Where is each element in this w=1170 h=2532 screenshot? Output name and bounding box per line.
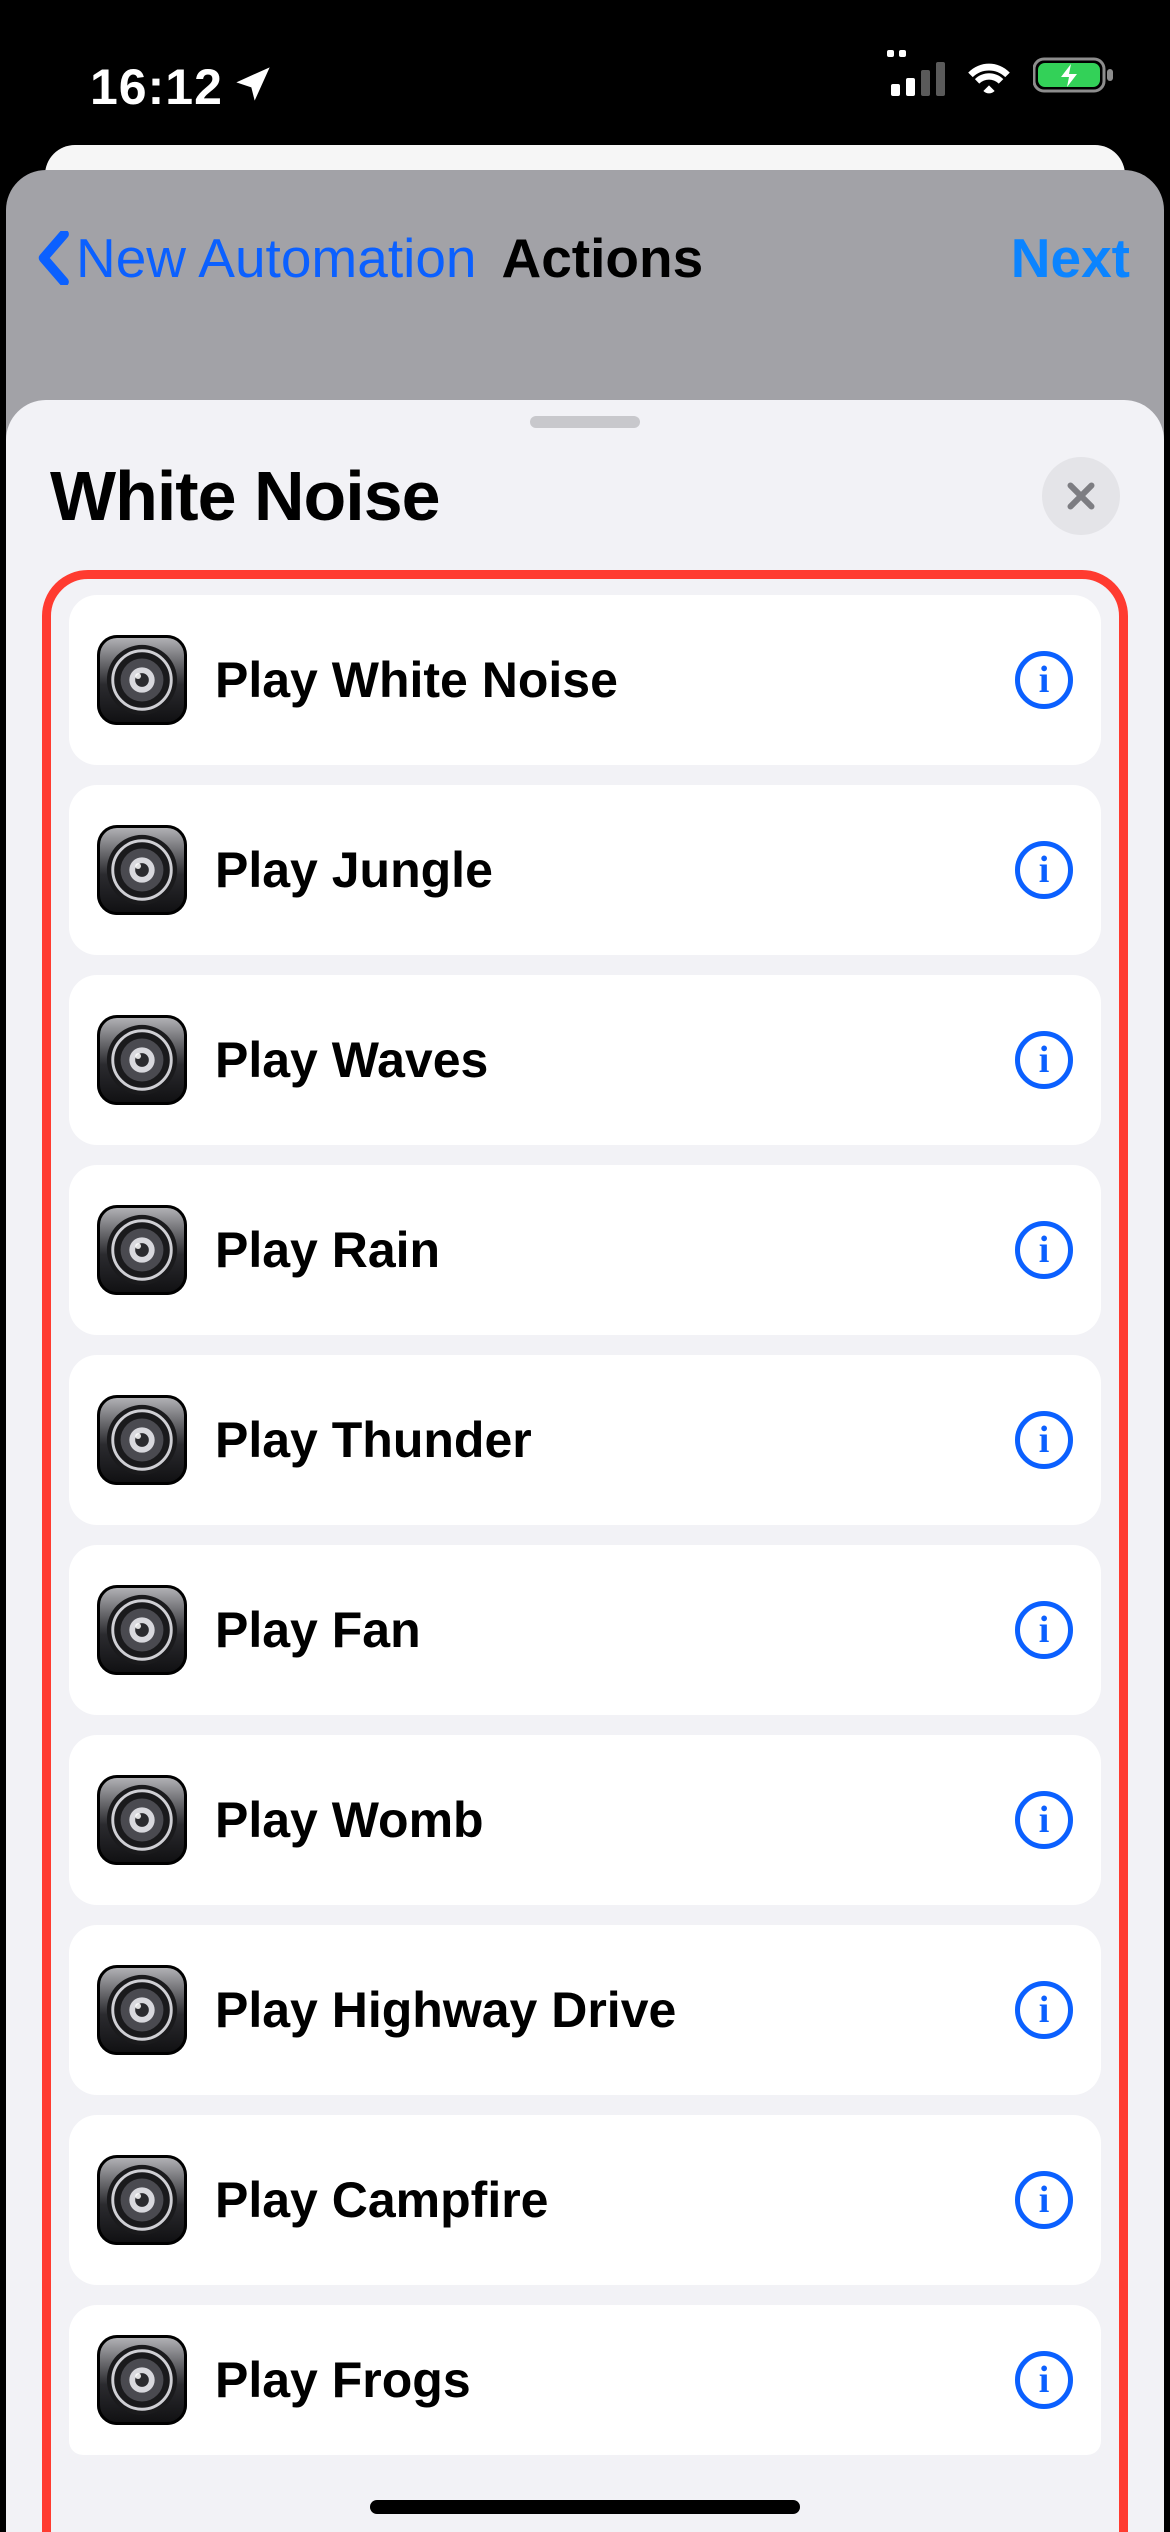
status-right [891, 55, 1115, 100]
speaker-icon [97, 1205, 187, 1295]
status-time-label: 16:12 [90, 58, 223, 116]
action-label: Play White Noise [215, 651, 618, 709]
action-row[interactable]: Play Highway Drive i [69, 1925, 1101, 2095]
speaker-icon [97, 2155, 187, 2245]
info-button[interactable]: i [1015, 841, 1073, 899]
speaker-icon [97, 1775, 187, 1865]
speaker-icon [97, 1965, 187, 2055]
info-button[interactable]: i [1015, 1981, 1073, 2039]
action-row[interactable]: Play White Noise i [69, 595, 1101, 765]
action-label: Play Thunder [215, 1411, 532, 1469]
action-row[interactable]: Play Campfire i [69, 2115, 1101, 2285]
actions-sheet: White Noise Play White Noise i Play Jung… [6, 400, 1164, 2532]
status-time: 16:12 [90, 58, 273, 116]
action-label: Play Campfire [215, 2171, 548, 2229]
home-indicator[interactable] [370, 2500, 800, 2514]
next-button[interactable]: Next [1011, 226, 1130, 290]
cellular-icon [891, 60, 945, 96]
action-row[interactable]: Play Waves i [69, 975, 1101, 1145]
info-button[interactable]: i [1015, 1791, 1073, 1849]
status-bar: 16:12 [0, 0, 1170, 140]
nav-title: Actions [502, 226, 704, 290]
action-row[interactable]: Play Womb i [69, 1735, 1101, 1905]
action-row[interactable]: Play Fan i [69, 1545, 1101, 1715]
actions-highlight-frame: Play White Noise i Play Jungle i Play Wa… [42, 570, 1128, 2532]
back-button[interactable]: New Automation [36, 226, 477, 290]
info-button[interactable]: i [1015, 2171, 1073, 2229]
action-label: Play Highway Drive [215, 1981, 676, 2039]
info-button[interactable]: i [1015, 1601, 1073, 1659]
action-label: Play Waves [215, 1031, 488, 1089]
action-label: Play Fan [215, 1601, 421, 1659]
action-row[interactable]: Play Frogs i [69, 2305, 1101, 2455]
wifi-icon [963, 55, 1015, 100]
speaker-icon [97, 1015, 187, 1105]
action-label: Play Womb [215, 1791, 484, 1849]
action-row[interactable]: Play Thunder i [69, 1355, 1101, 1525]
sheet-grabber[interactable] [530, 416, 640, 428]
battery-charging-icon [1033, 55, 1115, 100]
close-button[interactable] [1042, 457, 1120, 535]
close-icon [1063, 478, 1099, 514]
info-button[interactable]: i [1015, 651, 1073, 709]
info-button[interactable]: i [1015, 1031, 1073, 1089]
sheet-header: White Noise [6, 428, 1164, 566]
sheet-title: White Noise [50, 456, 440, 536]
speaker-icon [97, 635, 187, 725]
speaker-icon [97, 1585, 187, 1675]
action-row[interactable]: Play Rain i [69, 1165, 1101, 1335]
action-label: Play Frogs [215, 2351, 471, 2409]
back-label: New Automation [76, 226, 477, 290]
action-label: Play Rain [215, 1221, 440, 1279]
info-button[interactable]: i [1015, 1221, 1073, 1279]
info-button[interactable]: i [1015, 2351, 1073, 2409]
nav-bar: New Automation Actions Next [6, 200, 1164, 315]
location-icon [233, 58, 273, 116]
speaker-icon [97, 2335, 187, 2425]
action-row[interactable]: Play Jungle i [69, 785, 1101, 955]
speaker-icon [97, 1395, 187, 1485]
speaker-icon [97, 825, 187, 915]
chevron-left-icon [36, 231, 70, 285]
info-button[interactable]: i [1015, 1411, 1073, 1469]
action-label: Play Jungle [215, 841, 493, 899]
